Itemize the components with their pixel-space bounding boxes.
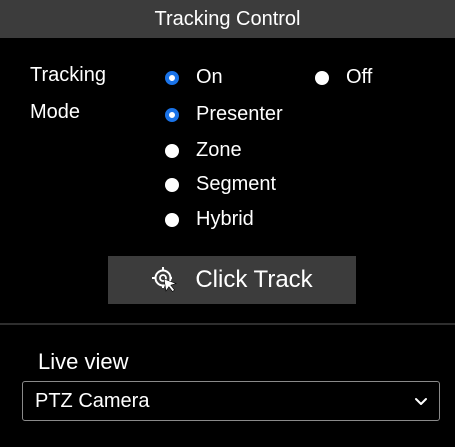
radio-unchecked-indicator	[315, 70, 329, 85]
tracking-label: Tracking	[30, 64, 106, 86]
mode-hybrid-label: Hybrid	[196, 208, 254, 230]
panel-title: Tracking Control	[154, 7, 301, 30]
radio-checked-indicator	[165, 107, 179, 122]
radio-unchecked-indicator	[165, 143, 179, 158]
chevron-down-icon	[415, 398, 427, 405]
mode-presenter-label: Presenter	[196, 103, 283, 125]
tracking-off-label: Off	[346, 66, 373, 88]
mode-presenter-radio[interactable]: Presenter	[165, 103, 283, 126]
tracking-on-radio[interactable]: On	[165, 66, 223, 89]
mode-label: Mode	[30, 101, 81, 123]
tracking-control-panel: Tracking Control Tracking On Off Mode Pr…	[0, 0, 455, 447]
mode-zone-radio[interactable]: Zone	[165, 139, 242, 162]
mode-hybrid-radio[interactable]: Hybrid	[165, 208, 254, 231]
tracking-off-radio[interactable]: Off	[315, 66, 372, 89]
radio-unchecked-indicator	[165, 212, 179, 227]
radio-checked-indicator	[165, 70, 179, 85]
click-track-label: Click Track	[195, 266, 313, 293]
panel-header: Tracking Control	[0, 0, 455, 38]
section-divider	[0, 323, 455, 325]
mode-segment-label: Segment	[196, 173, 277, 195]
tracking-on-label: On	[196, 66, 223, 88]
click-track-icon	[152, 267, 178, 293]
live-view-label: Live view	[38, 349, 129, 374]
live-view-select[interactable]: PTZ Camera	[22, 381, 440, 421]
radio-unchecked-indicator	[165, 177, 179, 192]
live-view-selected-value: PTZ Camera	[35, 389, 150, 412]
mode-segment-radio[interactable]: Segment	[165, 173, 276, 196]
click-track-button[interactable]: Click Track	[108, 256, 356, 304]
mode-zone-label: Zone	[196, 139, 242, 161]
